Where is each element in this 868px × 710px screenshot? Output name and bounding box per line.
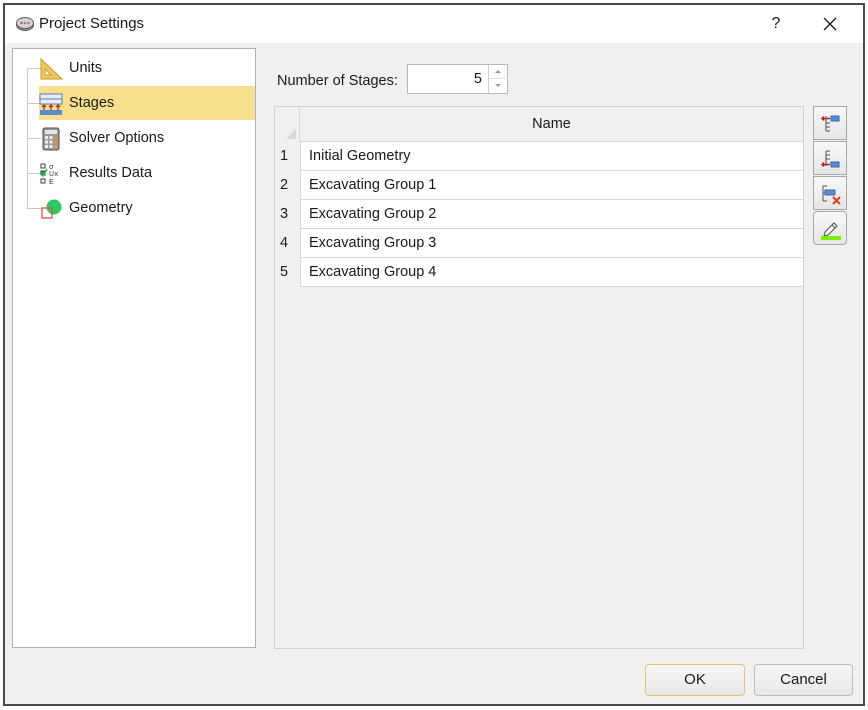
- project-settings-dialog: Project Settings ? Units Stages Solver O…: [3, 3, 865, 706]
- table-row[interactable]: 1 Initial Geometry: [275, 142, 803, 171]
- tree-item-label: Solver Options: [69, 130, 165, 146]
- title-bar: Project Settings ?: [5, 5, 863, 43]
- svg-text:Ux: Ux: [49, 170, 58, 178]
- stage-name-cell[interactable]: Excavating Group 3: [300, 229, 803, 258]
- set-square-icon: [40, 57, 63, 80]
- insert-after-icon: [820, 150, 840, 168]
- number-of-stages-spinner[interactable]: [407, 64, 508, 94]
- ok-button[interactable]: OK: [645, 664, 745, 696]
- help-button[interactable]: ?: [765, 11, 787, 37]
- stage-name-cell[interactable]: Initial Geometry: [300, 142, 803, 171]
- spin-up-button[interactable]: [489, 65, 508, 79]
- number-of-stages-input[interactable]: [408, 65, 488, 93]
- dialog-title: Project Settings: [39, 15, 145, 32]
- tree-item-units[interactable]: Units: [13, 51, 255, 85]
- row-number: 5: [275, 258, 300, 287]
- row-number: 1: [275, 142, 300, 171]
- cancel-button[interactable]: Cancel: [754, 664, 853, 696]
- insert-stage-after-button[interactable]: [813, 141, 847, 175]
- tree-item-solver-options[interactable]: Solver Options: [13, 121, 255, 155]
- edit-color-icon: [821, 222, 841, 240]
- row-number: 2: [275, 171, 300, 200]
- geometry-icon: [41, 199, 62, 219]
- insert-before-icon: [820, 115, 840, 132]
- tree-item-stages[interactable]: Stages: [13, 86, 255, 120]
- insert-stage-before-button[interactable]: [813, 106, 847, 140]
- spin-down-button[interactable]: [489, 79, 508, 93]
- tree-item-label: Units: [69, 60, 103, 76]
- stage-name-cell[interactable]: Excavating Group 4: [300, 258, 803, 287]
- tree-item-geometry[interactable]: Geometry: [13, 191, 255, 225]
- close-icon: [823, 17, 837, 31]
- delete-row-icon: [822, 185, 841, 205]
- delete-stage-button[interactable]: [813, 176, 847, 210]
- tree-item-label: Stages: [69, 95, 115, 111]
- results-data-icon: σ Ux E: [39, 163, 58, 186]
- close-button[interactable]: [817, 11, 843, 37]
- row-number: 4: [275, 229, 300, 258]
- project-settings-icon: [16, 17, 34, 31]
- svg-text:E: E: [49, 178, 53, 186]
- tree-item-results-data[interactable]: σ Ux E Results Data: [13, 156, 255, 190]
- settings-tree: Units Stages Solver Options σ Ux E Resul…: [12, 48, 256, 648]
- row-number: 3: [275, 200, 300, 229]
- edit-stage-color-button[interactable]: [813, 211, 847, 245]
- stage-name-cell[interactable]: Excavating Group 2: [300, 200, 803, 229]
- table-row[interactable]: 3 Excavating Group 2: [275, 200, 803, 229]
- select-all-corner[interactable]: [275, 107, 300, 142]
- column-header-name[interactable]: Name: [300, 107, 803, 142]
- stage-name-cell[interactable]: Excavating Group 1: [300, 171, 803, 200]
- number-of-stages-label: Number of Stages:: [277, 73, 398, 89]
- stages-table: Name 1 Initial Geometry 2 Excavating Gro…: [274, 106, 804, 649]
- table-row[interactable]: 5 Excavating Group 4: [275, 258, 803, 287]
- tree-item-label: Geometry: [69, 200, 133, 216]
- table-row[interactable]: 2 Excavating Group 1: [275, 171, 803, 200]
- stages-icon: [39, 93, 63, 115]
- tree-item-label: Results Data: [69, 165, 153, 181]
- calculator-icon: [42, 127, 60, 151]
- table-row[interactable]: 4 Excavating Group 3: [275, 229, 803, 258]
